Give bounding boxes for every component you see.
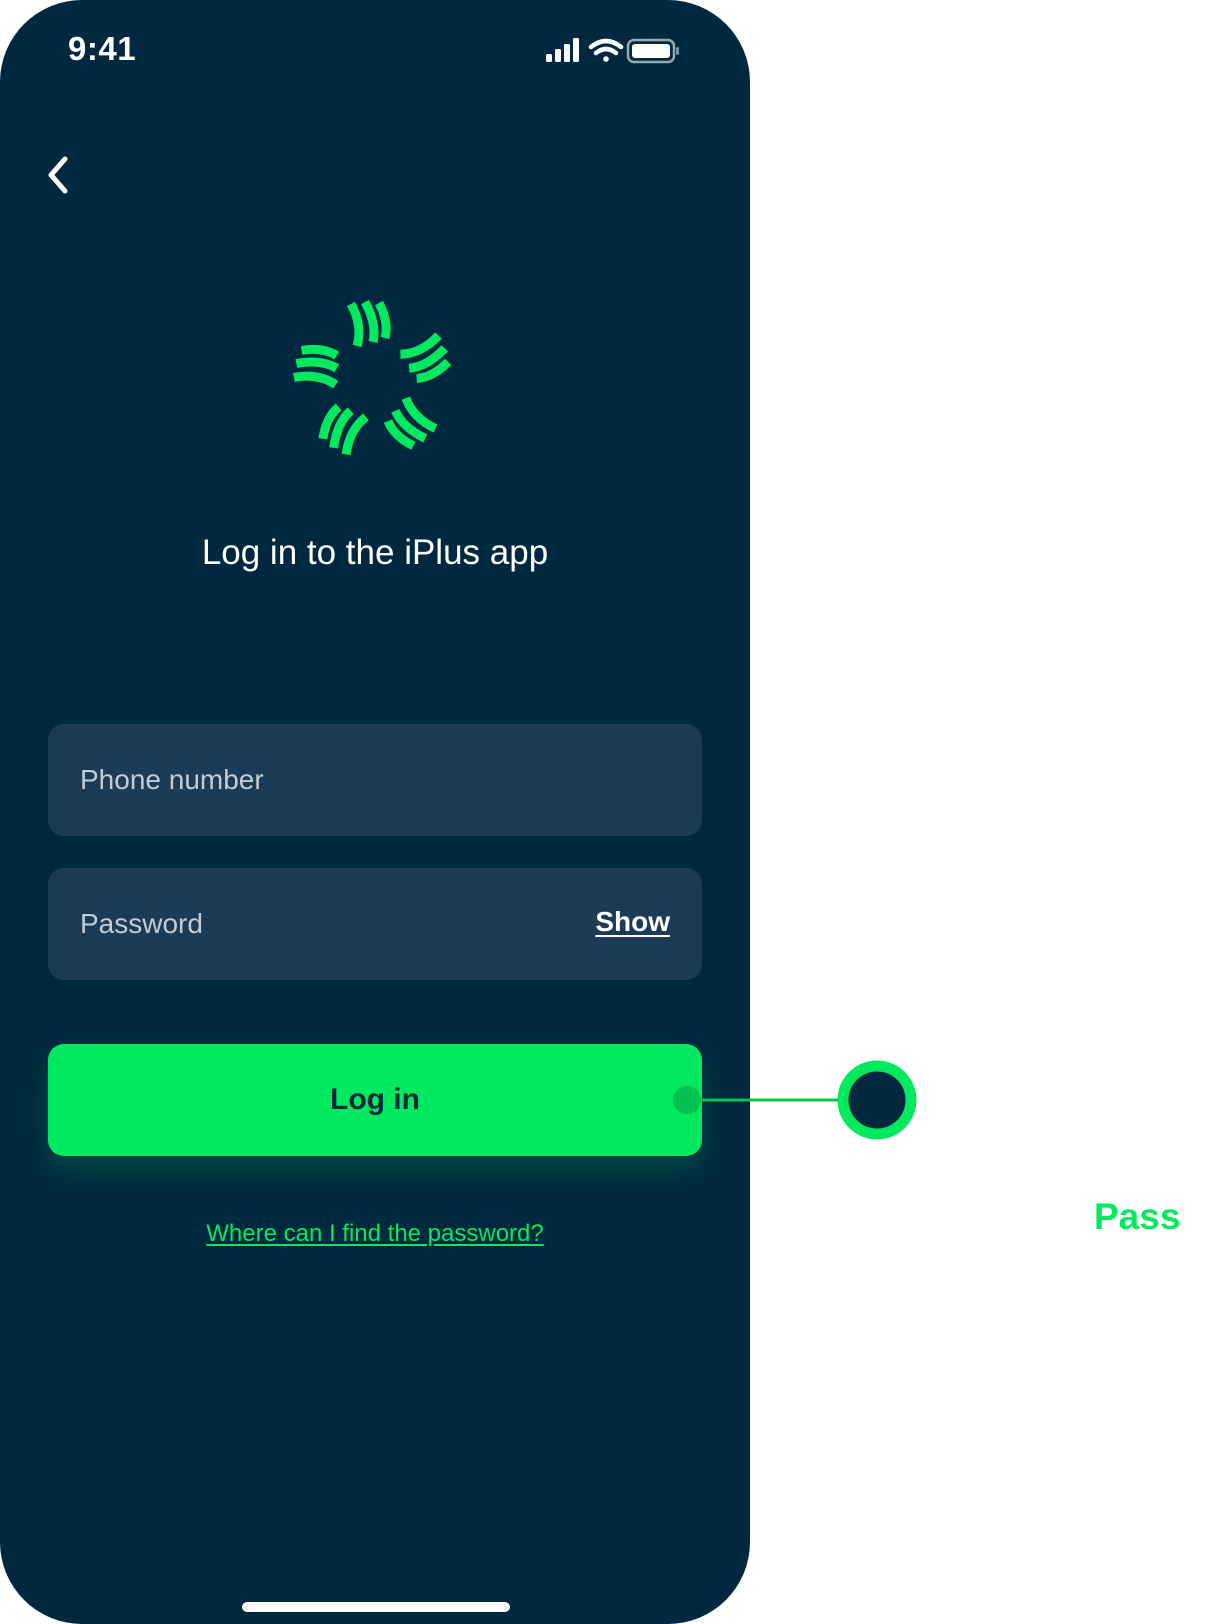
test-result-label: Pass bbox=[1094, 1196, 1181, 1237]
annotation-target-circle bbox=[837, 1060, 917, 1140]
annotation-connector bbox=[673, 1060, 917, 1140]
